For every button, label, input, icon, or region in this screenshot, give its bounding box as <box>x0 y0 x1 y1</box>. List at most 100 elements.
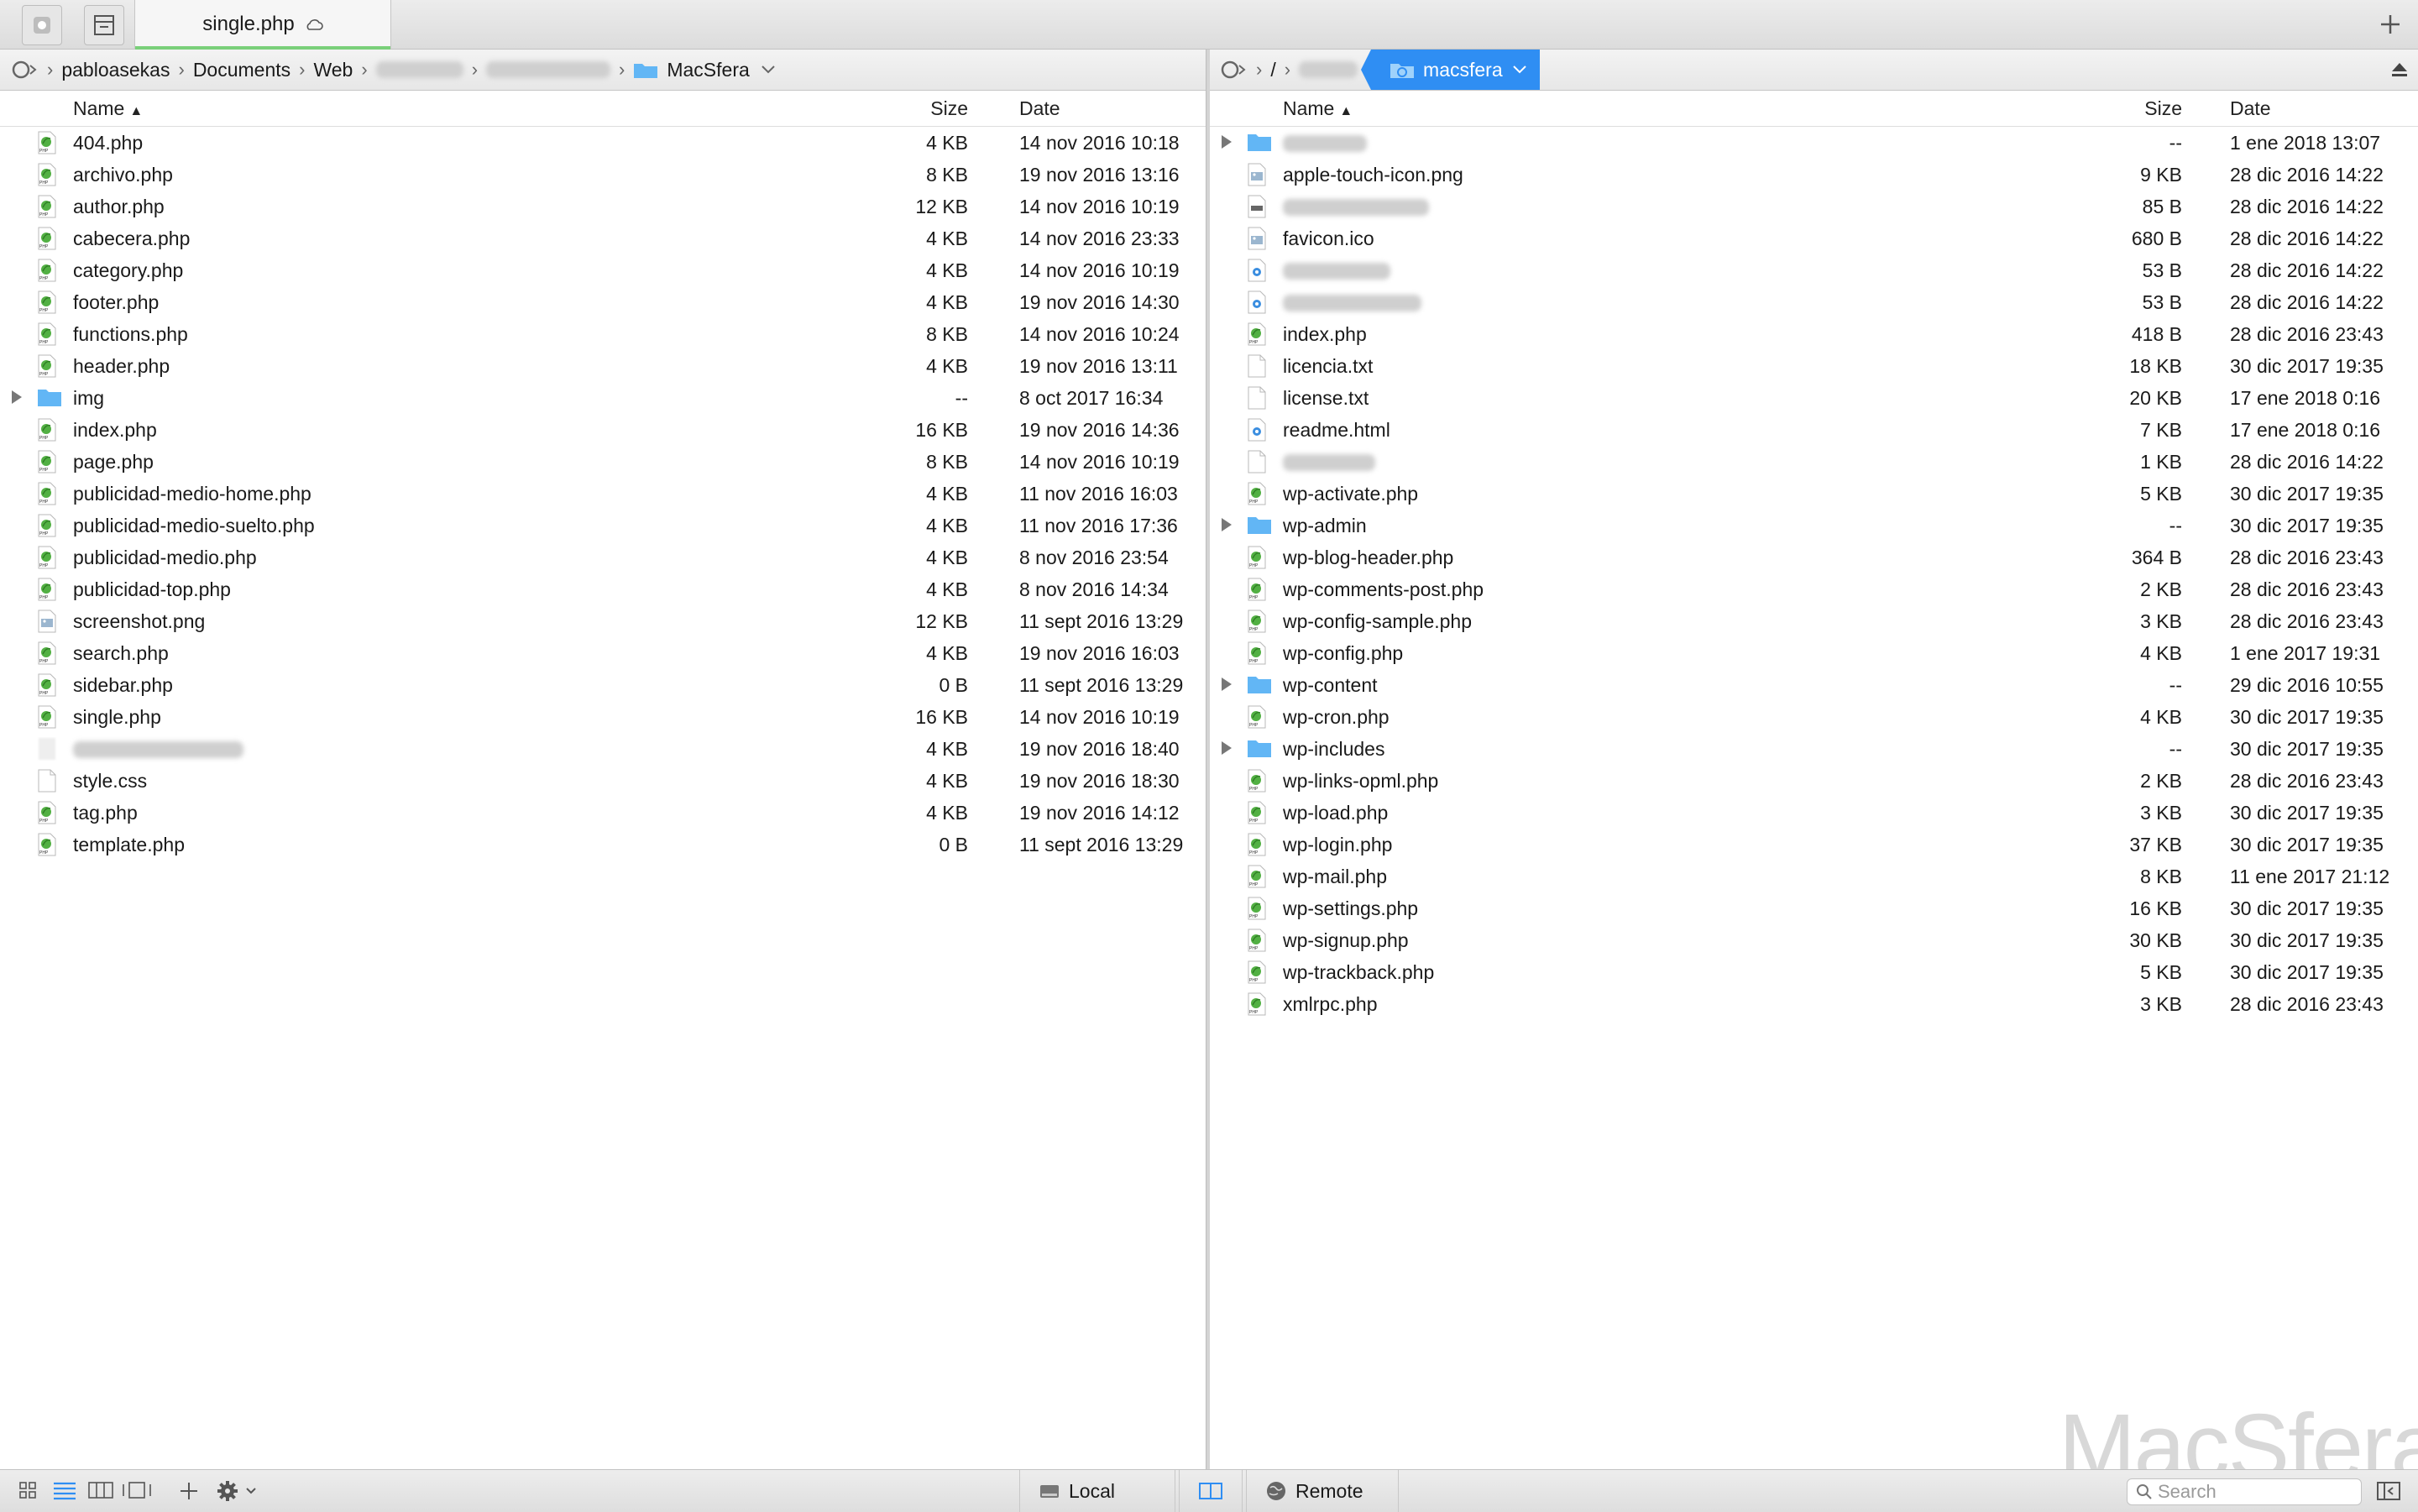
file-row[interactable]: PHP wp-signup.php 30 KB 30 dic 2017 19:35 <box>1210 924 2418 956</box>
file-row[interactable]: PHP wp-mail.php 8 KB 11 ene 2017 21:12 <box>1210 861 2418 892</box>
file-row[interactable]: screenshot.png 12 KB 11 sept 2016 13:29 <box>0 605 1206 637</box>
tab-single-php[interactable]: single.php <box>134 0 391 50</box>
file-row[interactable]: PHP page.php 8 KB 14 nov 2016 10:19 <box>0 446 1206 478</box>
file-row[interactable]: style.css 4 KB 19 nov 2016 18:30 <box>0 765 1206 797</box>
file-row[interactable]: PHP publicidad-medio.php 4 KB 8 nov 2016 23… <box>0 541 1206 573</box>
file-row[interactable]: PHP 404.php 4 KB 14 nov 2016 10:18 <box>0 127 1206 159</box>
file-row[interactable]: PHP footer.php 4 KB 19 nov 2016 14:30 <box>0 286 1206 318</box>
file-row[interactable]: PHP wp-comments-post.php 2 KB 28 dic 2016 2… <box>1210 573 2418 605</box>
file-row[interactable]: PHP publicidad-medio-suelto.php 4 KB 11 nov… <box>0 510 1206 541</box>
local-tab-button[interactable]: Local <box>1019 1470 1175 1512</box>
crumb-documents[interactable]: Documents <box>188 50 296 90</box>
column-header-date[interactable]: Date <box>2230 97 2271 120</box>
file-row[interactable]: readme.html 7 KB 17 ene 2018 0:16 <box>1210 414 2418 446</box>
file-row[interactable]: PHP category.php 4 KB 14 nov 2016 10:19 <box>0 254 1206 286</box>
remote-tab-button[interactable]: Remote <box>1246 1470 1399 1512</box>
file-row[interactable]: PHP publicidad-top.php 4 KB 8 nov 2016 14:3… <box>0 573 1206 605</box>
icon-view-button[interactable] <box>18 1480 37 1505</box>
crumb-current-folder[interactable]: MacSfera <box>628 50 754 90</box>
file-row[interactable]: licencia.txt 18 KB 30 dic 2017 19:35 <box>1210 350 2418 382</box>
crumb-web[interactable]: Web <box>308 50 358 90</box>
file-row[interactable]: PHP wp-cron.php 4 KB 30 dic 2017 19:35 <box>1210 701 2418 733</box>
file-row[interactable]: PHP wp-activate.php 5 KB 30 dic 2017 19:35 <box>1210 478 2418 510</box>
file-row[interactable]: PHP archivo.php 8 KB 19 nov 2016 13:16 <box>0 159 1206 191</box>
sidebar-toggle-button[interactable] <box>84 5 124 45</box>
file-name: img <box>73 387 105 409</box>
php-file-icon: PHP <box>37 673 60 697</box>
crumb-user[interactable]: pabloasekas <box>56 50 175 90</box>
new-tab-button[interactable] <box>2371 5 2410 44</box>
file-row[interactable]: PHP single.php 16 KB 14 nov 2016 10:19 <box>0 701 1206 733</box>
folder-row[interactable]: -- 1 ene 2018 13:07 <box>1210 127 2418 159</box>
gallery-view-button[interactable] <box>121 1480 153 1505</box>
file-row[interactable]: PHP wp-blog-header.php 364 B 28 dic 2016 23… <box>1210 541 2418 573</box>
path-history-button[interactable] <box>0 50 44 90</box>
file-row[interactable]: PHP wp-links-opml.php 2 KB 28 dic 2016 23:4… <box>1210 765 2418 797</box>
action-menu-button[interactable] <box>217 1480 264 1507</box>
eject-button[interactable] <box>2389 60 2410 85</box>
file-row[interactable]: PHP header.php 4 KB 19 nov 2016 13:11 <box>0 350 1206 382</box>
disclosure-triangle-icon[interactable] <box>1222 518 1232 531</box>
crumb-blurred[interactable] <box>1294 50 1363 90</box>
file-name: wp-comments-post.php <box>1283 578 1484 600</box>
column-header-size[interactable]: Size <box>2144 97 2182 120</box>
crumb-blurred[interactable] <box>481 50 615 90</box>
file-row[interactable]: PHP template.php 0 B 11 sept 2016 13:29 <box>0 829 1206 861</box>
file-row[interactable]: 4 KB 19 nov 2016 18:40 <box>0 733 1206 765</box>
folder-row[interactable]: wp-admin -- 30 dic 2017 19:35 <box>1210 510 2418 541</box>
column-header-size[interactable]: Size <box>930 97 968 120</box>
file-row[interactable]: apple-touch-icon.png 9 KB 28 dic 2016 14:2… <box>1210 159 2418 191</box>
file-row[interactable]: PHP xmlrpc.php 3 KB 28 dic 2016 23:43 <box>1210 988 2418 1020</box>
folder-row[interactable]: wp-includes -- 30 dic 2017 19:35 <box>1210 733 2418 765</box>
folder-icon <box>1247 737 1271 761</box>
disclosure-triangle-icon[interactable] <box>1222 741 1232 755</box>
file-row[interactable]: PHP wp-login.php 37 KB 30 dic 2017 19:35 <box>1210 829 2418 861</box>
file-row[interactable]: favicon.ico 680 B 28 dic 2016 14:22 <box>1210 222 2418 254</box>
folder-row[interactable]: img -- 8 oct 2017 16:34 <box>0 382 1206 414</box>
file-size: -- <box>2169 738 2182 760</box>
path-separator: › <box>299 59 306 80</box>
file-row[interactable]: PHP wp-config.php 4 KB 1 ene 2017 19:31 <box>1210 637 2418 669</box>
file-row[interactable]: 85 B 28 dic 2016 14:22 <box>1210 191 2418 222</box>
file-row[interactable]: 1 KB 28 dic 2016 14:22 <box>1210 446 2418 478</box>
disclosure-triangle-icon[interactable] <box>12 390 22 404</box>
file-row[interactable]: PHP publicidad-medio-home.php 4 KB 11 nov 2… <box>0 478 1206 510</box>
column-header-date[interactable]: Date <box>1019 97 1060 120</box>
inspector-toggle-button[interactable] <box>2376 1480 2401 1507</box>
crumb-blurred[interactable] <box>371 50 468 90</box>
list-view-button[interactable] <box>52 1480 77 1505</box>
search-input[interactable]: Search <box>2127 1478 2362 1505</box>
path-history-button[interactable] <box>1209 50 1253 90</box>
crumb-current-remote-folder[interactable]: macsfera <box>1361 50 1540 90</box>
split-view-button[interactable] <box>1179 1470 1243 1512</box>
file-row[interactable]: PHP index.php 16 KB 19 nov 2016 14:36 <box>0 414 1206 446</box>
chevron-down-icon[interactable] <box>755 50 782 90</box>
file-row[interactable]: PHP wp-trackback.php 5 KB 30 dic 2017 19:35 <box>1210 956 2418 988</box>
file-date: 14 nov 2016 10:18 <box>1019 132 1180 154</box>
column-header-name[interactable]: Name ▲ <box>73 97 143 120</box>
column-header-name[interactable]: Name ▲ <box>1283 97 1353 120</box>
folder-row[interactable]: wp-content -- 29 dic 2016 10:55 <box>1210 669 2418 701</box>
file-row[interactable]: PHP cabecera.php 4 KB 14 nov 2016 23:33 <box>0 222 1206 254</box>
file-row[interactable]: PHP sidebar.php 0 B 11 sept 2016 13:29 <box>0 669 1206 701</box>
file-row[interactable]: PHP tag.php 4 KB 19 nov 2016 14:12 <box>0 797 1206 829</box>
path-separator: › <box>47 59 54 80</box>
back-button[interactable] <box>22 5 62 45</box>
file-row[interactable]: PHP wp-config-sample.php 3 KB 28 dic 2016 2… <box>1210 605 2418 637</box>
column-view-button[interactable] <box>87 1480 114 1505</box>
file-row[interactable]: PHP wp-load.php 3 KB 30 dic 2017 19:35 <box>1210 797 2418 829</box>
crumb-root[interactable]: / <box>1265 50 1280 90</box>
add-button[interactable] <box>178 1480 200 1507</box>
svg-text:PHP: PHP <box>39 244 49 249</box>
file-row[interactable]: PHP search.php 4 KB 19 nov 2016 16:03 <box>0 637 1206 669</box>
file-date: 30 dic 2017 19:35 <box>2230 738 2384 760</box>
file-row[interactable]: PHP wp-settings.php 16 KB 30 dic 2017 19:35 <box>1210 892 2418 924</box>
file-row[interactable]: PHP index.php 418 B 28 dic 2016 23:43 <box>1210 318 2418 350</box>
file-row[interactable]: PHP functions.php 8 KB 14 nov 2016 10:24 <box>0 318 1206 350</box>
file-row[interactable]: 53 B 28 dic 2016 14:22 <box>1210 286 2418 318</box>
file-row[interactable]: license.txt 20 KB 17 ene 2018 0:16 <box>1210 382 2418 414</box>
disclosure-triangle-icon[interactable] <box>1222 135 1232 149</box>
file-row[interactable]: 53 B 28 dic 2016 14:22 <box>1210 254 2418 286</box>
disclosure-triangle-icon[interactable] <box>1222 678 1232 691</box>
file-row[interactable]: PHP author.php 12 KB 14 nov 2016 10:19 <box>0 191 1206 222</box>
